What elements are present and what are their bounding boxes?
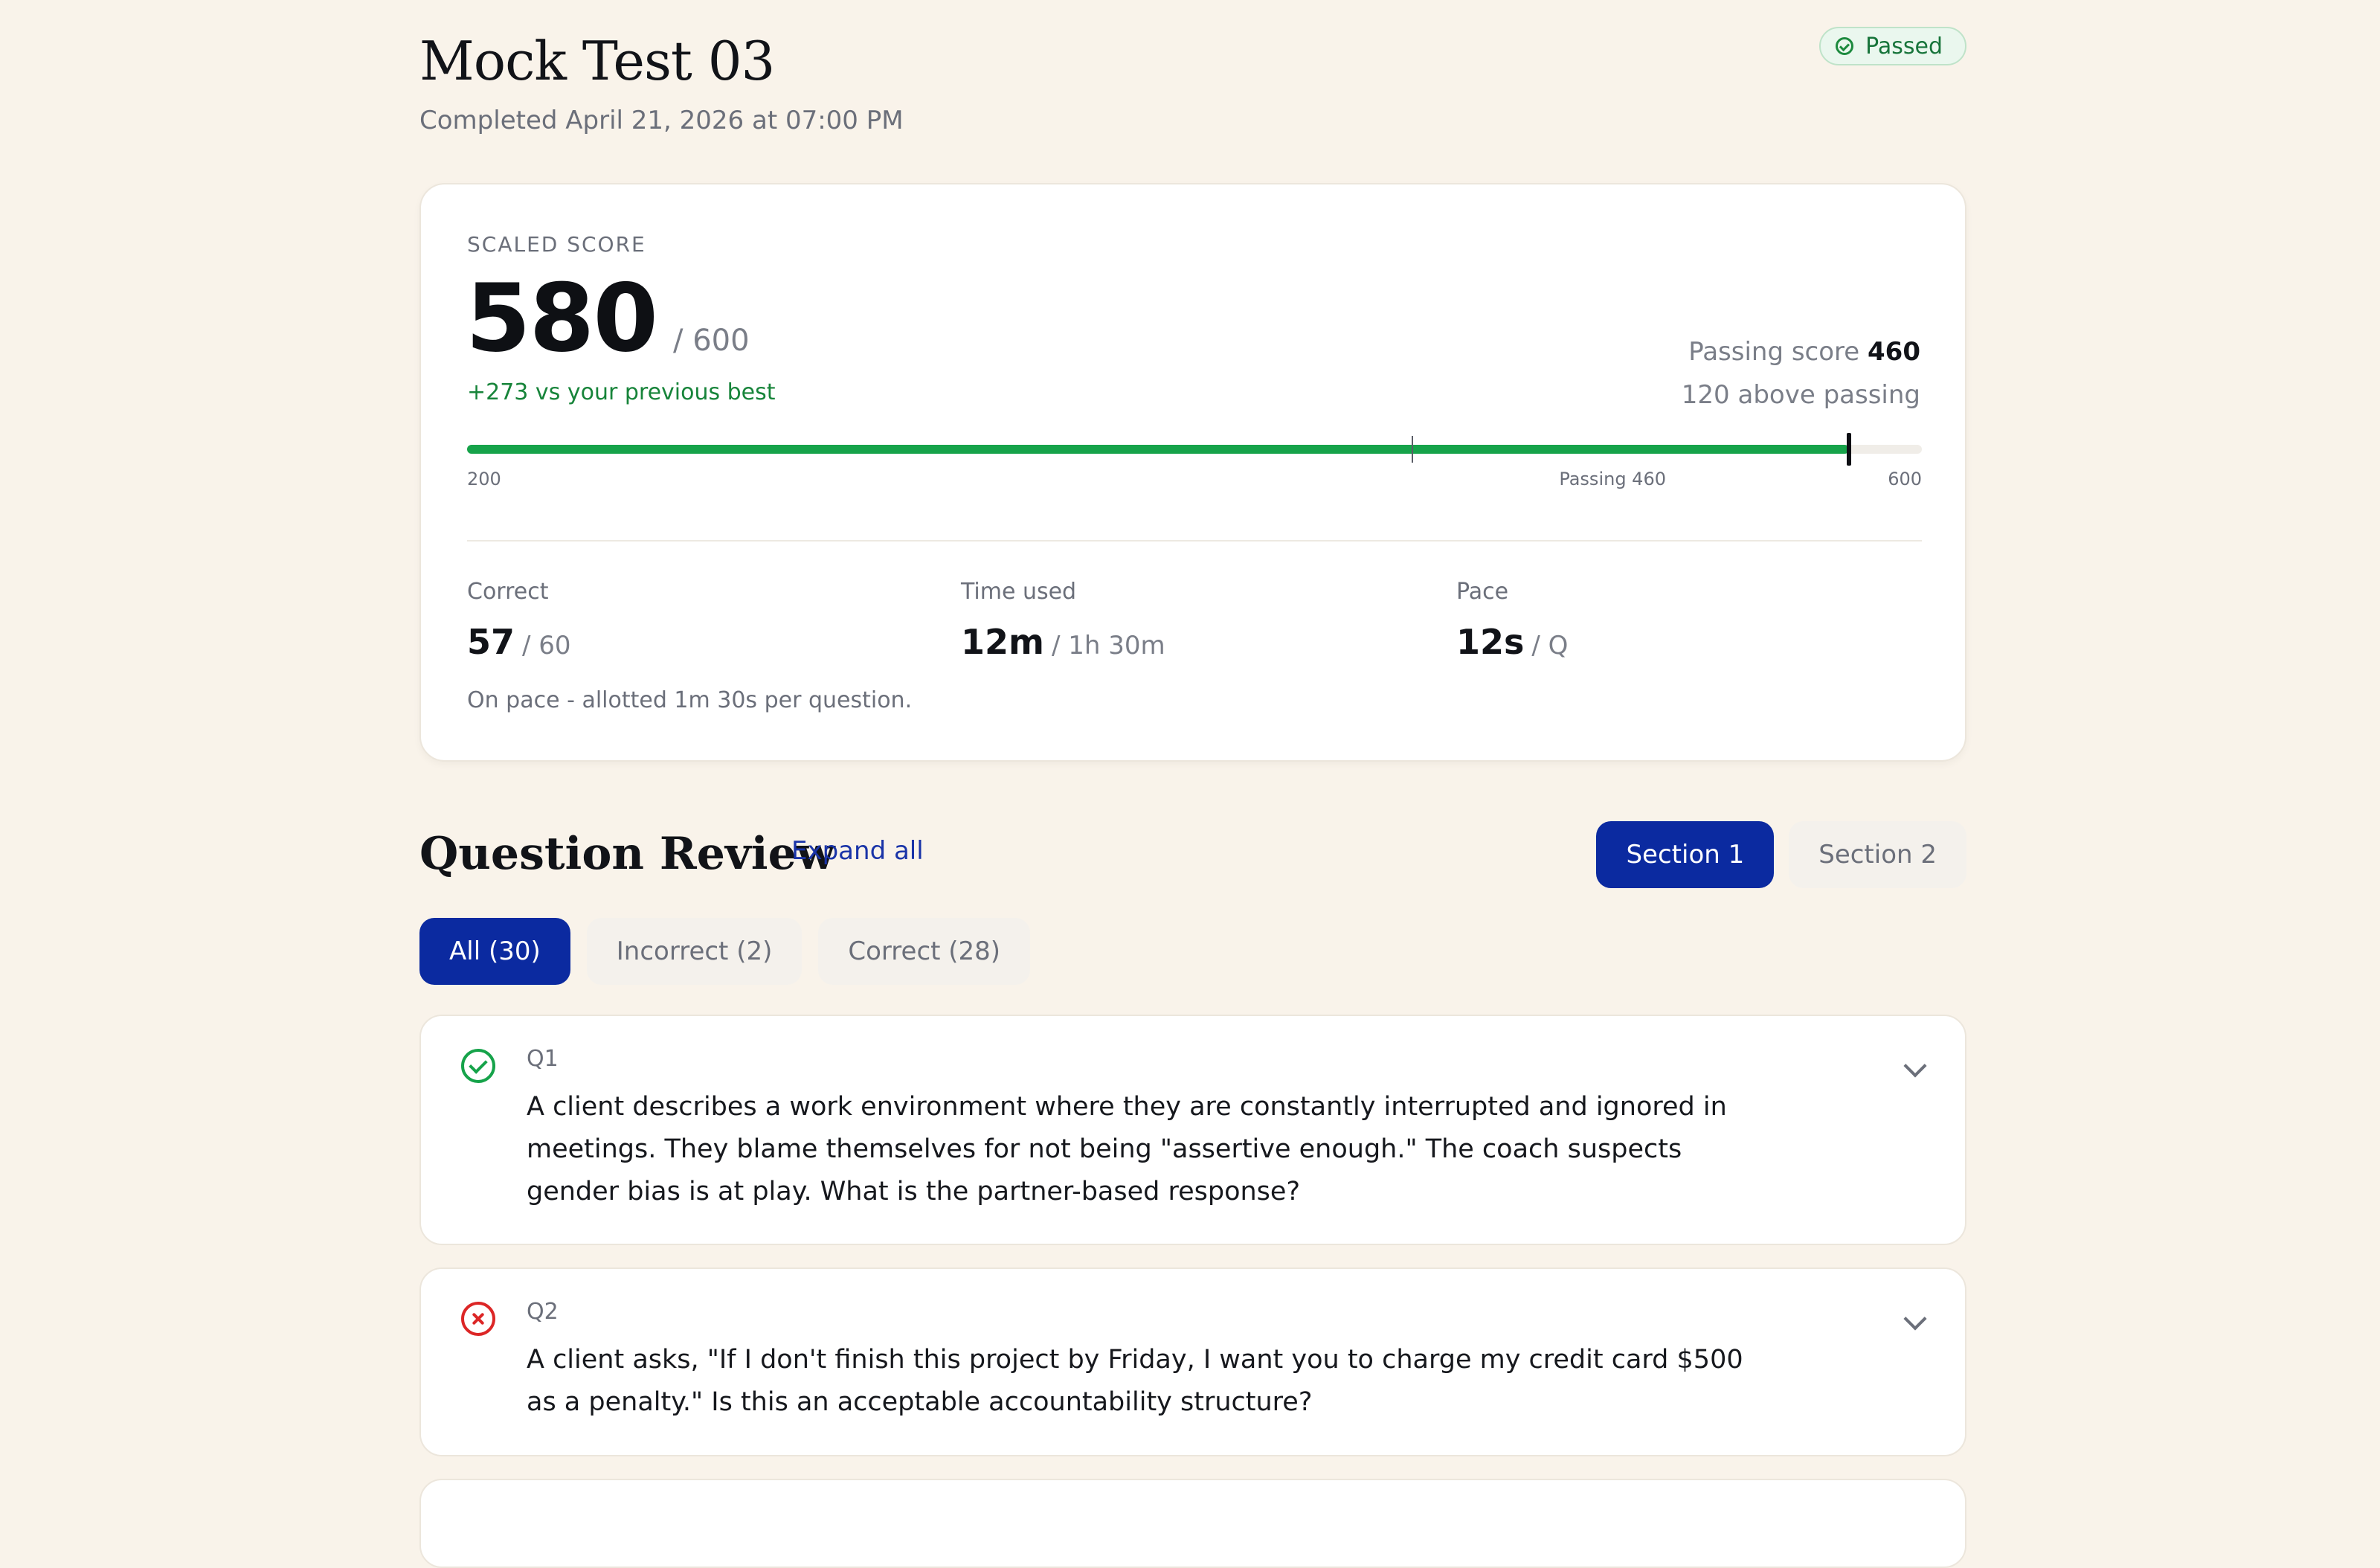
filter-incorrect[interactable]: Incorrect (2) [586,918,803,985]
expand-all-link[interactable]: Expand all [791,836,924,866]
filter-tabs: All (30) Incorrect (2) Correct (28) [419,918,1031,985]
pace-note: On pace - allotted 1m 30s per question. [467,687,913,713]
score-progress-fill [467,445,1850,454]
question-card-q2[interactable]: Q2 A client asks, "If I don't finish thi… [419,1267,1966,1456]
question-text: A client describes a work environment wh… [527,1092,1727,1206]
completed-date: Completed April 21, 2026 at 07:00 PM [419,106,904,135]
filter-all[interactable]: All (30) [419,918,570,985]
stat-pace-label: Pace [1456,579,1509,605]
stat-time-label: Time used [961,579,1077,605]
passing-score-value: 460 [1868,337,1920,367]
page-header: Mock Test 03 Completed April 21, 2026 at… [419,0,1966,149]
stat-correct-value: 57 [467,622,515,662]
stat-correct-label: Correct [467,579,549,605]
scaled-score-label: SCALED SCORE [467,232,646,257]
stat-time: Time used 12m / 1h 30m [961,577,1165,662]
stat-correct-values: 57 / 60 [467,622,571,662]
stat-time-values: 12m / 1h 30m [961,622,1165,662]
range-max-label: 600 [1888,469,1922,489]
range-min-label: 200 [467,469,501,489]
divider [467,540,1922,542]
score-marker [1847,433,1852,466]
question-card-q1[interactable]: Q1 A client describes a work environment… [419,1015,1966,1245]
chevron-down-icon[interactable] [1903,1054,1927,1078]
stat-correct-sub: / 60 [522,631,571,661]
question-number: Q1 [527,1046,559,1072]
score-max: / 600 [673,324,750,358]
check-circle-icon [1836,37,1854,55]
passing-score-label: Passing score [1688,337,1860,367]
score-value: 580 [466,263,658,373]
chevron-down-icon[interactable] [1903,1307,1927,1331]
filter-correct[interactable]: Correct (28) [818,918,1031,985]
status-badge-label: Passed [1865,33,1943,60]
passing-score-line: Passing score 460 [1682,330,1920,373]
score-card: SCALED SCORE 580 / 600 +273 vs your prev… [419,183,1966,762]
stat-pace-value: 12s [1456,622,1525,662]
score-progress-bar [467,433,1922,466]
tab-section-2[interactable]: Section 2 [1789,821,1966,888]
question-card-partial[interactable] [419,1479,1966,1568]
correct-check-icon [461,1049,495,1083]
stats-row: Correct 57 / 60 Time used 12m / 1h 30m P… [467,577,1922,666]
tab-section-1[interactable]: Section 1 [1596,821,1775,888]
stat-pace-sub: / Q [1531,631,1569,661]
question-number: Q2 [527,1299,559,1325]
stat-correct: Correct 57 / 60 [467,577,571,662]
improvement-text: +273 vs your previous best [467,379,776,405]
passing-info: Passing score 460 120 above passing [1682,330,1920,417]
progress-bar-labels: 200 Passing 460 600 [467,469,1922,495]
section-tabs: Section 1 Section 2 [1596,821,1966,888]
page-title: Mock Test 03 [419,30,775,92]
status-badge: Passed [1819,27,1966,65]
above-passing-text: 120 above passing [1681,380,1920,410]
stat-pace: Pace 12s / Q [1456,577,1568,662]
incorrect-x-icon [461,1302,495,1336]
score-row: 580 / 600 [466,266,750,370]
passing-marker-label: Passing 460 [1559,469,1666,489]
stat-pace-values: 12s / Q [1456,622,1568,662]
question-review-title: Question Review [419,828,835,880]
stat-time-value: 12m [961,622,1044,662]
question-text: A client asks, "If I don't finish this p… [527,1345,1743,1417]
passing-marker [1412,436,1414,463]
stat-time-sub: / 1h 30m [1051,631,1165,661]
